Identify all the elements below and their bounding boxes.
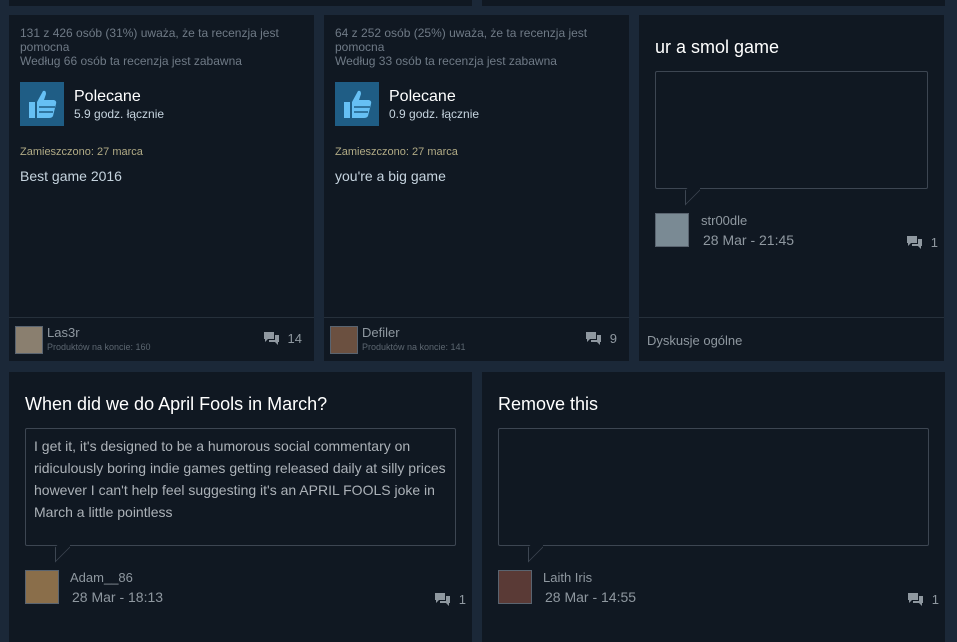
discussion-card[interactable]: Remove this Laith Iris 28 Mar - 14:55 1 — [482, 372, 945, 642]
discussion-title[interactable]: When did we do April Fools in March? — [25, 394, 327, 415]
review-hours: 0.9 godz. łącznie — [389, 107, 480, 121]
review-funny-text: Według 33 osób ta recenzja jest zabawna — [335, 54, 557, 68]
discussion-body-bubble: I get it, it's designed to be a humorous… — [25, 428, 456, 546]
review-funny-text: Według 66 osób ta recenzja jest zabawna — [20, 54, 242, 68]
comment-count-value: 9 — [609, 331, 617, 346]
discussion-card[interactable]: When did we do April Fools in March? I g… — [9, 372, 472, 642]
comment-count-value: 1 — [930, 235, 938, 250]
review-hours: 5.9 godz. łącznie — [74, 107, 165, 121]
comment-bubble-icon — [263, 332, 279, 345]
discussion-comment-count[interactable]: 1 — [434, 592, 466, 607]
comment-bubble-icon — [585, 332, 601, 345]
comment-bubble-icon — [907, 593, 923, 606]
review-verdict: Polecane — [74, 88, 141, 105]
discussion-forum-label[interactable]: Dyskusje ogólne — [647, 333, 742, 348]
review-comment-count[interactable]: 9 — [585, 331, 617, 346]
discussion-title[interactable]: ur a smol game — [655, 37, 779, 58]
discussion-body-bubble — [498, 428, 929, 546]
discussion-body — [656, 72, 927, 84]
comment-bubble-icon — [434, 593, 450, 606]
review-author[interactable]: Defiler — [362, 325, 400, 340]
comment-count-value: 14 — [287, 331, 302, 346]
discussion-time: 28 Mar - 14:55 — [545, 589, 637, 605]
previous-card-strip — [482, 0, 945, 6]
review-text: Best game 2016 — [20, 168, 122, 184]
discussion-author[interactable]: str00dle — [701, 213, 747, 228]
review-verdict: Polecane — [389, 88, 456, 105]
recommendation: Polecane 0.9 godz. łącznie — [335, 82, 618, 126]
comment-bubble-icon — [906, 236, 922, 249]
previous-card-strip — [9, 0, 472, 6]
discussion-body — [499, 429, 928, 441]
discussion-comment-count[interactable]: 1 — [907, 592, 939, 607]
discussion-comment-count[interactable]: 1 — [906, 235, 938, 250]
discussion-body-bubble — [655, 71, 928, 189]
avatar[interactable] — [655, 213, 689, 247]
discussion-footer: Dyskusje ogólne — [639, 317, 944, 361]
review-card[interactable]: 64 z 252 osób (25%) uważa, że ta recenzj… — [324, 15, 629, 361]
avatar[interactable] — [498, 570, 532, 604]
avatar[interactable] — [25, 570, 59, 604]
review-comment-count[interactable]: 14 — [263, 331, 302, 346]
avatar[interactable] — [330, 326, 358, 354]
discussion-title[interactable]: Remove this — [498, 394, 598, 415]
thumbs-up-icon — [335, 82, 379, 126]
comment-count-value: 1 — [458, 592, 466, 607]
discussion-time: 28 Mar - 18:13 — [72, 589, 164, 605]
comment-count-value: 1 — [931, 592, 939, 607]
discussion-author[interactable]: Adam__86 — [70, 570, 133, 585]
discussion-author[interactable]: Laith Iris — [543, 570, 592, 585]
review-card[interactable]: 131 z 426 osób (31%) uważa, że ta recenz… — [9, 15, 314, 361]
discussion-body: I get it, it's designed to be a humorous… — [34, 438, 446, 520]
review-posted-date: Zamieszczono: 27 marca — [335, 146, 458, 158]
review-text: you're a big game — [335, 168, 446, 184]
discussion-time: 28 Mar - 21:45 — [703, 232, 795, 248]
avatar[interactable] — [15, 326, 43, 354]
review-author[interactable]: Las3r — [47, 325, 80, 340]
review-posted-date: Zamieszczono: 27 marca — [20, 146, 143, 158]
review-author-products: Produktów na koncie: 141 — [362, 342, 466, 352]
review-helpful-text: 64 z 252 osób (25%) uważa, że ta recenzj… — [335, 26, 588, 54]
review-footer: Las3r Produktów na koncie: 160 14 — [9, 317, 314, 361]
recommendation: Polecane 5.9 godz. łącznie — [20, 82, 303, 126]
thumbs-up-icon — [20, 82, 64, 126]
review-footer: Defiler Produktów na koncie: 141 9 — [324, 317, 629, 361]
review-helpful-text: 131 z 426 osób (31%) uważa, że ta recenz… — [20, 26, 279, 54]
discussion-card[interactable]: ur a smol game str00dle 28 Mar - 21:45 1… — [639, 15, 944, 361]
review-author-products: Produktów na koncie: 160 — [47, 342, 151, 352]
